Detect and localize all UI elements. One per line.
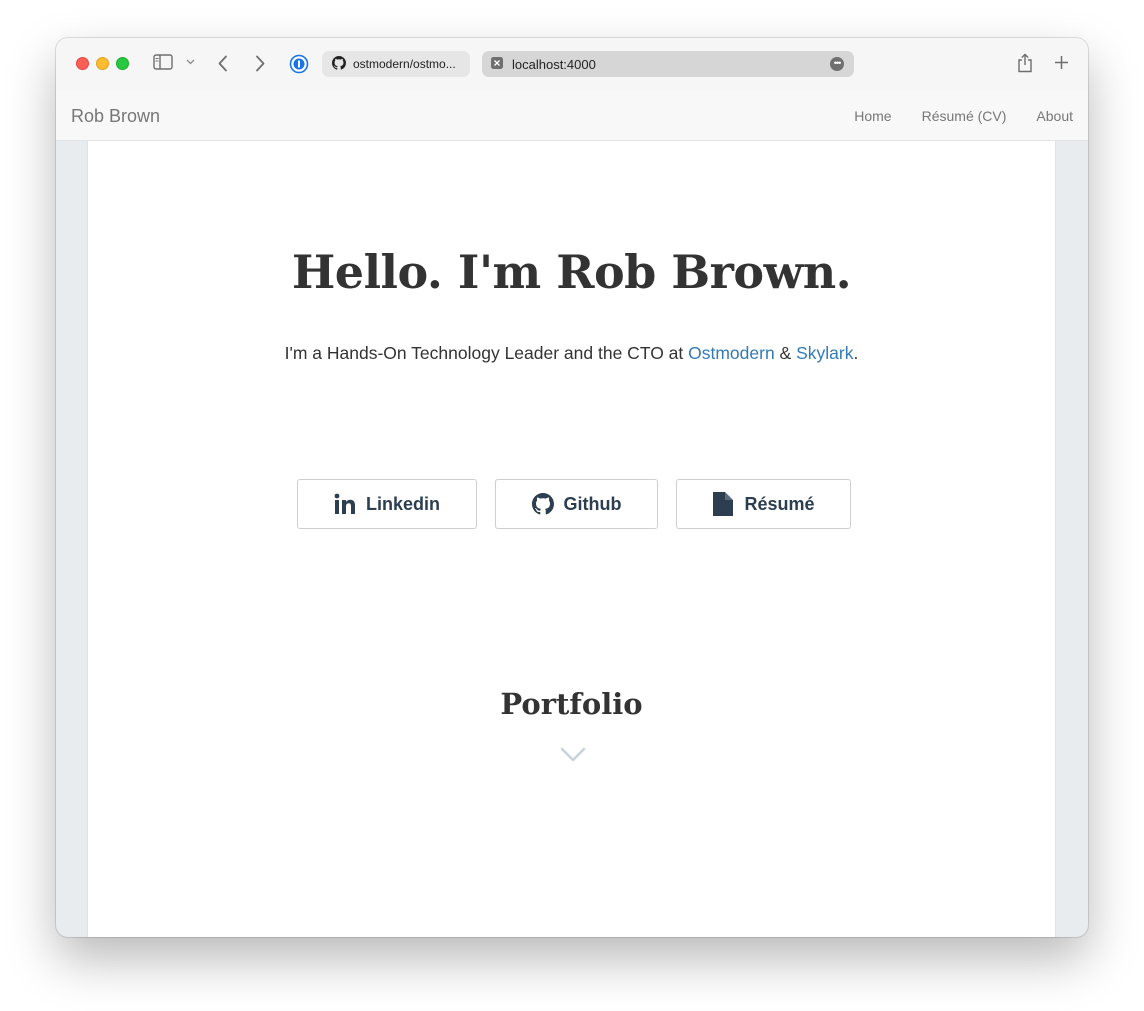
more-options-icon[interactable]: ••• [830, 57, 844, 71]
url-field[interactable]: localhost:4000 [512, 57, 596, 72]
page-content: Hello. I'm Rob Brown. I'm a Hands-On Tec… [87, 141, 1056, 937]
nav-resume-cv[interactable]: Résumé (CV) [922, 108, 1007, 124]
github-icon [332, 55, 346, 73]
site-brand[interactable]: Rob Brown [71, 106, 160, 127]
subtitle-text: I'm a Hands-On Technology Leader and the… [284, 343, 689, 363]
skylark-link[interactable]: Skylark [796, 343, 853, 363]
tab-localhost[interactable]: localhost:4000 ••• [482, 51, 854, 77]
tab-github[interactable]: ostmodern/ostmo... [322, 51, 470, 77]
portfolio-heading: Portfolio [500, 687, 643, 721]
github-button[interactable]: Github [495, 479, 658, 529]
github-icon [531, 493, 554, 515]
new-tab-icon[interactable] [1054, 55, 1069, 70]
back-icon[interactable] [218, 55, 228, 72]
tab-label: ostmodern/ostmo... [353, 57, 456, 71]
ostmodern-link[interactable]: Ostmodern [688, 343, 775, 363]
chevron-down-icon[interactable] [560, 747, 586, 768]
linkedin-button[interactable]: Linkedin [297, 479, 477, 529]
resume-label: Résumé [744, 493, 815, 514]
ampersand-text: & [774, 343, 797, 363]
hero-subtitle: I'm a Hands-On Technology Leader and the… [88, 343, 1055, 364]
share-icon[interactable] [1017, 53, 1033, 73]
close-window-button[interactable] [76, 57, 89, 70]
maximize-window-button[interactable] [116, 57, 129, 70]
document-icon [712, 491, 734, 517]
linkedin-label: Linkedin [365, 493, 440, 514]
hero-title: Hello. I'm Rob Brown. [291, 245, 852, 299]
forward-icon[interactable] [255, 55, 265, 72]
github-label: Github [563, 493, 622, 514]
resume-button[interactable]: Résumé [676, 479, 851, 529]
subtitle-period: . [853, 343, 859, 363]
chevron-down-icon[interactable] [186, 59, 195, 65]
minimize-window-button[interactable] [96, 57, 109, 70]
browser-window: ostmodern/ostmo... localhost:4000 ••• Ro… [56, 38, 1088, 937]
site-navbar: Rob Brown Home Résumé (CV) About [56, 90, 1088, 141]
nav-links: Home Résumé (CV) About [854, 108, 1073, 124]
nav-about[interactable]: About [1036, 108, 1073, 124]
linkedin-icon [334, 493, 356, 515]
close-tab-icon[interactable] [491, 56, 503, 72]
password-manager-icon[interactable] [289, 54, 309, 74]
nav-home[interactable]: Home [854, 108, 891, 124]
browser-toolbar: ostmodern/ostmo... localhost:4000 ••• [56, 38, 1088, 90]
sidebar-toggle-icon[interactable] [153, 54, 173, 70]
